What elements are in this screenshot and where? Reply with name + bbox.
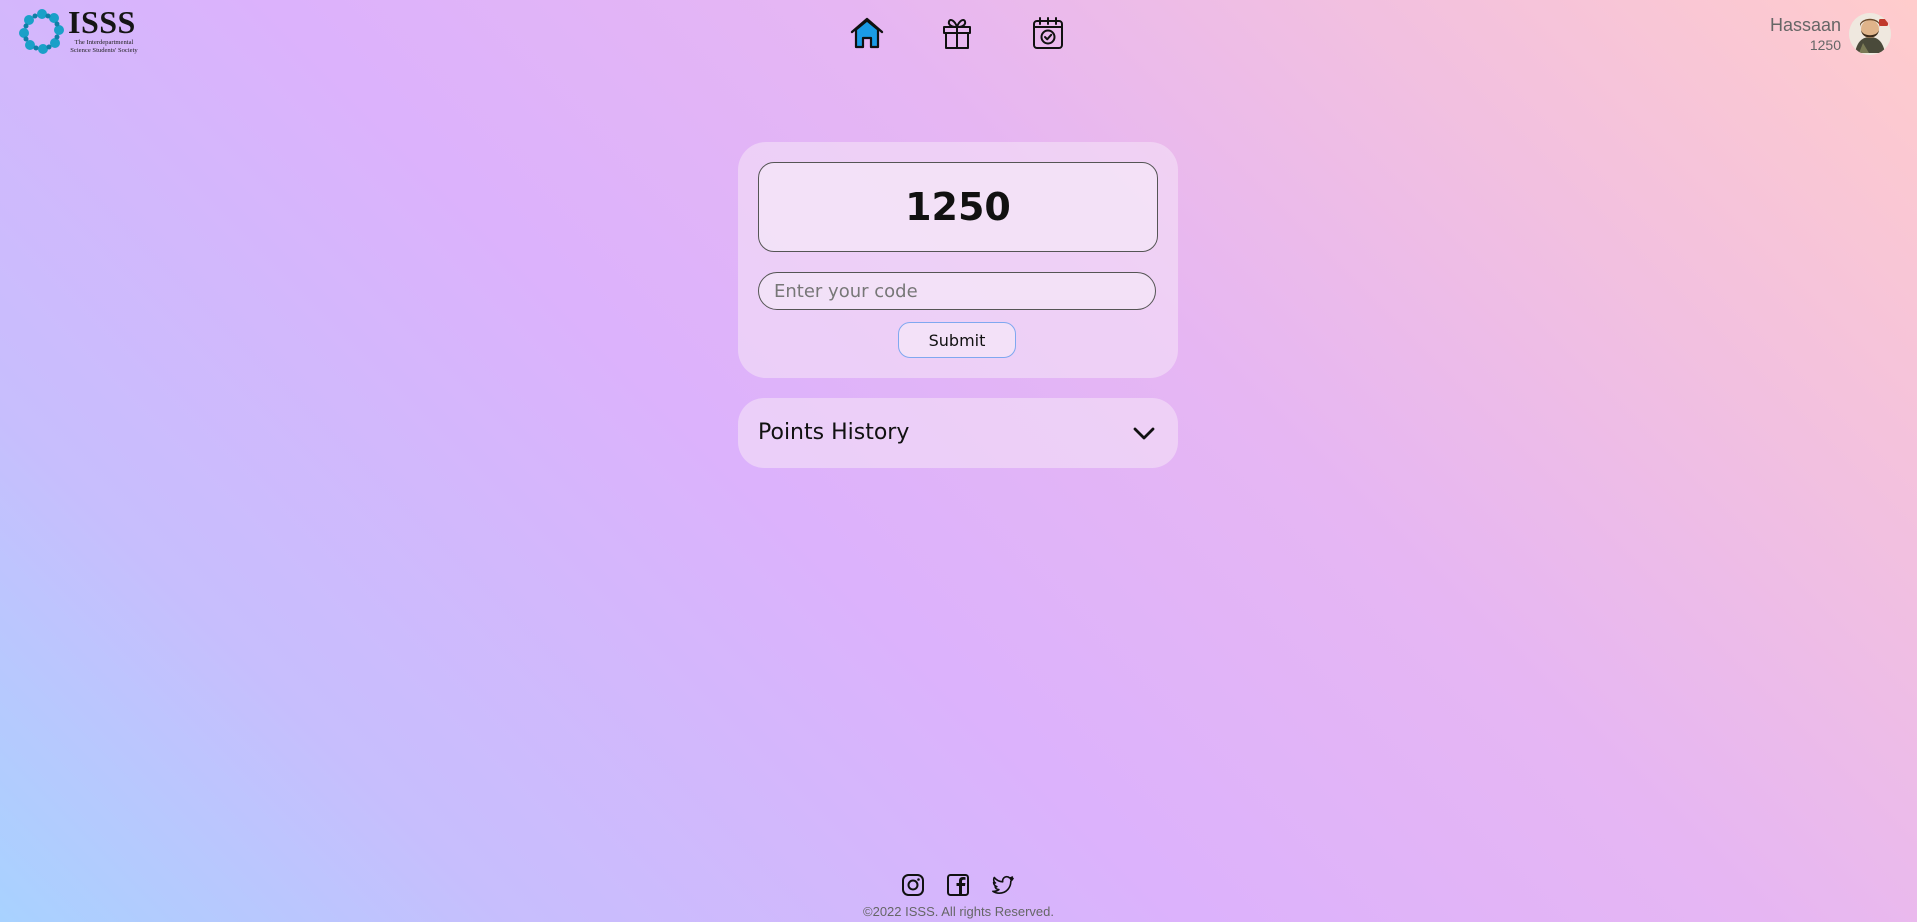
points-history-title: Points History — [758, 420, 910, 445]
logo-title: ISSS — [68, 4, 136, 40]
instagram-link[interactable] — [900, 872, 926, 898]
nav-events-button[interactable] — [1029, 14, 1067, 52]
copyright-text: ©2022 ISSS. All rights Reserved. — [863, 904, 1054, 919]
logo-tagline: The Interdepartmental Science Students' … — [70, 39, 138, 54]
twitter-icon — [992, 875, 1014, 894]
points-balance: 1250 — [758, 162, 1158, 252]
user-info: Hassaan 1250 — [1770, 14, 1841, 54]
nav-home-button[interactable] — [848, 14, 886, 52]
avatar[interactable] — [1849, 13, 1891, 55]
gift-icon — [943, 19, 971, 49]
points-history-toggle[interactable]: Points History — [738, 398, 1178, 468]
submit-button[interactable]: Submit — [898, 322, 1016, 358]
logo-molecule-icon — [19, 9, 64, 54]
facebook-link[interactable] — [945, 872, 971, 898]
chevron-down-icon — [1133, 427, 1155, 440]
points-card: 1250 Submit — [738, 142, 1178, 378]
nav-rewards-button[interactable] — [938, 14, 976, 52]
avatar-image — [1849, 13, 1891, 55]
code-input[interactable] — [758, 272, 1156, 310]
home-icon — [850, 17, 884, 49]
user-points: 1250 — [1809, 37, 1841, 53]
user-name: Hassaan — [1769, 15, 1841, 35]
facebook-icon — [947, 874, 969, 896]
calendar-check-icon — [1033, 17, 1063, 49]
twitter-link[interactable] — [990, 872, 1016, 898]
isss-logo[interactable]: ISSS The Interdepartmental Science Stude… — [18, 6, 140, 56]
instagram-icon — [902, 874, 924, 896]
